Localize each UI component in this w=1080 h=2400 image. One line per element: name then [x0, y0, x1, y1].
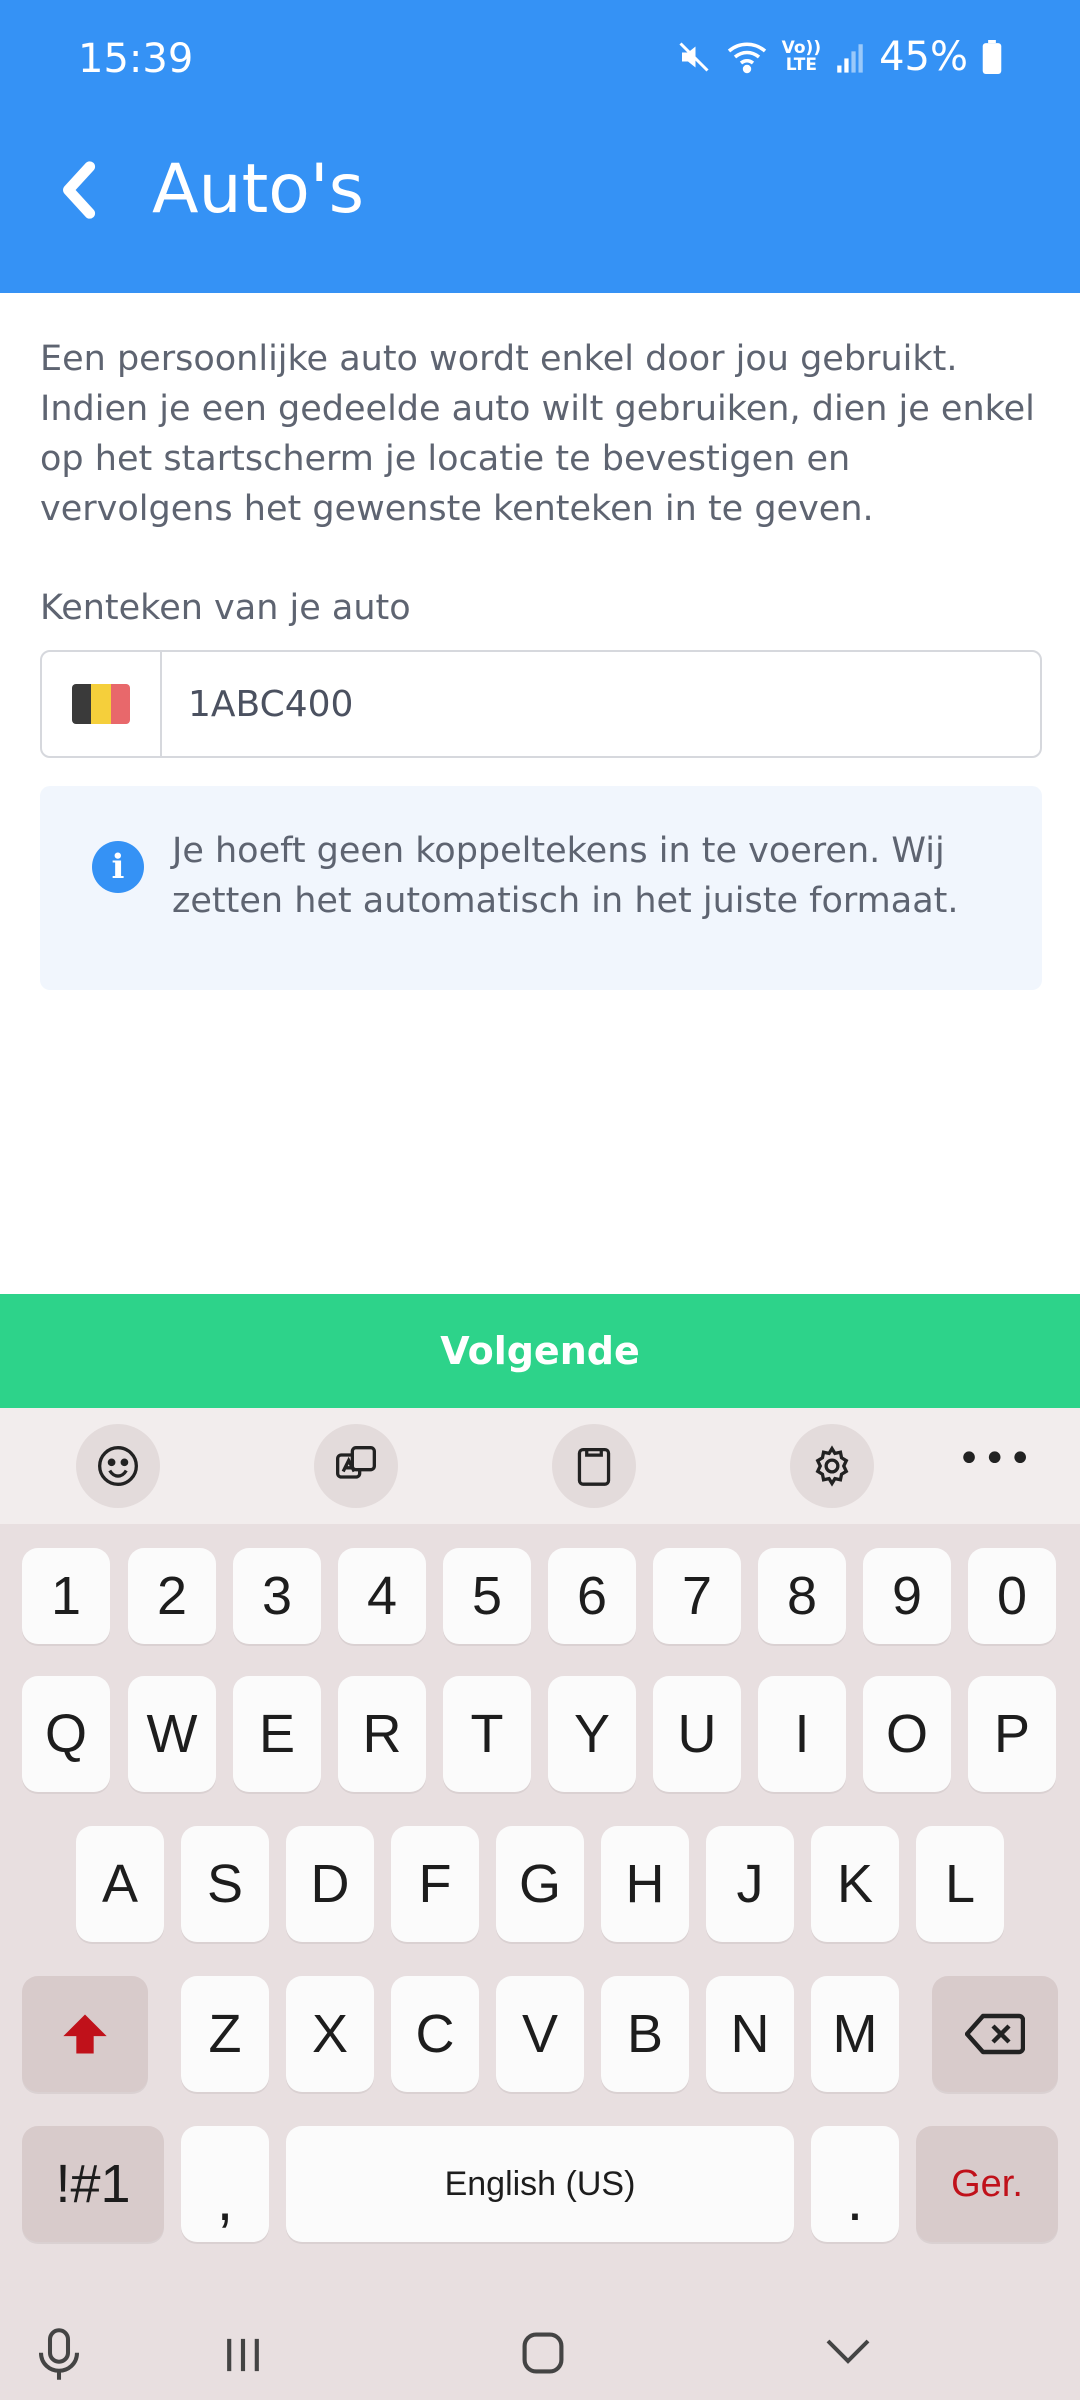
key[interactable]: M — [811, 1976, 899, 2092]
key[interactable]: 8 — [758, 1548, 846, 1644]
intro-text: Een persoonlijke auto wordt enkel door j… — [40, 339, 1035, 529]
more-options-button[interactable]: ••• — [957, 1436, 1034, 1482]
period-key[interactable]: . — [811, 2126, 899, 2242]
mic-icon — [38, 2328, 80, 2380]
translate-icon — [336, 1446, 376, 1479]
key[interactable]: B — [601, 1976, 689, 2092]
enter-key[interactable]: Ger. — [916, 2126, 1058, 2242]
signal-icon — [835, 40, 865, 74]
status-time: 15:39 — [78, 36, 194, 82]
gear-icon — [815, 1445, 849, 1487]
key[interactable]: V — [496, 1976, 584, 2092]
key[interactable]: T — [443, 1676, 531, 1792]
clipboard-icon — [577, 1448, 611, 1486]
key[interactable]: 2 — [128, 1548, 216, 1644]
key[interactable]: L — [916, 1826, 1004, 1942]
navigation-bar — [0, 2308, 1080, 2400]
info-text: Je hoeft geen koppeltekens in te voeren.… — [172, 831, 959, 921]
app-header: 15:39 Vo)) LTE 45% Auto's — [0, 0, 1080, 293]
symbols-key[interactable]: !#1 — [22, 2126, 164, 2242]
key[interactable]: A — [76, 1826, 164, 1942]
wifi-icon — [726, 39, 768, 75]
info-box: i Je hoeft geen koppeltekens in te voere… — [40, 786, 1042, 990]
settings-button[interactable] — [790, 1424, 874, 1508]
home-icon — [522, 2332, 564, 2374]
key[interactable]: D — [286, 1826, 374, 1942]
key[interactable]: 9 — [863, 1548, 951, 1644]
key[interactable]: G — [496, 1826, 584, 1942]
emoji-button[interactable] — [76, 1424, 160, 1508]
recent-apps-icon — [227, 2338, 259, 2372]
key[interactable]: K — [811, 1826, 899, 1942]
translate-button[interactable] — [314, 1424, 398, 1508]
mute-icon — [676, 39, 712, 75]
battery-icon — [982, 40, 1002, 74]
back-button[interactable] — [50, 155, 110, 225]
status-bar: 15:39 Vo)) LTE 45% — [0, 0, 1080, 120]
key[interactable]: W — [128, 1676, 216, 1792]
info-icon: i — [92, 841, 144, 893]
comma-key[interactable]: , — [181, 2126, 269, 2242]
key[interactable]: F — [391, 1826, 479, 1942]
key[interactable]: 6 — [548, 1548, 636, 1644]
key[interactable]: E — [233, 1676, 321, 1792]
key[interactable]: 3 — [233, 1548, 321, 1644]
status-icons: Vo)) LTE 45% — [676, 34, 1002, 80]
key[interactable]: R — [338, 1676, 426, 1792]
key[interactable]: N — [706, 1976, 794, 2092]
key[interactable]: J — [706, 1826, 794, 1942]
key[interactable]: 0 — [968, 1548, 1056, 1644]
battery-percent: 45% — [879, 34, 968, 80]
country-selector[interactable] — [42, 652, 162, 756]
key[interactable]: 5 — [443, 1548, 531, 1644]
belgium-flag-icon — [72, 684, 130, 724]
key[interactable]: C — [391, 1976, 479, 2092]
clipboard-button[interactable] — [552, 1424, 636, 1508]
plate-input[interactable] — [162, 652, 1040, 756]
key[interactable]: Z — [181, 1976, 269, 2092]
key[interactable]: X — [286, 1976, 374, 2092]
key[interactable]: I — [758, 1676, 846, 1792]
chevron-down-icon — [826, 2339, 870, 2364]
shift-icon — [63, 2014, 107, 2054]
volte-icon: Vo)) LTE — [781, 38, 822, 75]
emoji-icon — [98, 1446, 138, 1486]
chevron-left-icon — [62, 161, 96, 219]
hide-keyboard-button[interactable] — [824, 2336, 872, 2370]
next-button[interactable]: Volgende — [0, 1294, 1080, 1408]
shift-key[interactable] — [22, 1976, 148, 2092]
backspace-icon — [965, 2013, 1025, 2055]
space-key[interactable]: English (US) — [286, 2126, 794, 2242]
key[interactable]: 4 — [338, 1548, 426, 1644]
key[interactable]: P — [968, 1676, 1056, 1792]
page-title: Auto's — [152, 150, 365, 229]
key[interactable]: Y — [548, 1676, 636, 1792]
key[interactable]: O — [863, 1676, 951, 1792]
plate-field[interactable] — [40, 650, 1042, 758]
key[interactable]: U — [653, 1676, 741, 1792]
key[interactable]: Q — [22, 1676, 110, 1792]
key[interactable]: 1 — [22, 1548, 110, 1644]
key[interactable]: S — [181, 1826, 269, 1942]
key[interactable]: H — [601, 1826, 689, 1942]
home-button[interactable] — [520, 2330, 566, 2380]
backspace-key[interactable] — [932, 1976, 1058, 2092]
keyboard-toolbar: ••• — [0, 1408, 1080, 1524]
plate-field-label: Kenteken van je auto — [40, 588, 411, 628]
keyboard: ••• 1 2 3 4 5 6 7 8 9 0 Q W E R T Y U I … — [0, 1408, 1080, 2400]
mic-button[interactable] — [36, 2328, 82, 2386]
recent-apps-button[interactable] — [220, 2332, 266, 2382]
key[interactable]: 7 — [653, 1548, 741, 1644]
